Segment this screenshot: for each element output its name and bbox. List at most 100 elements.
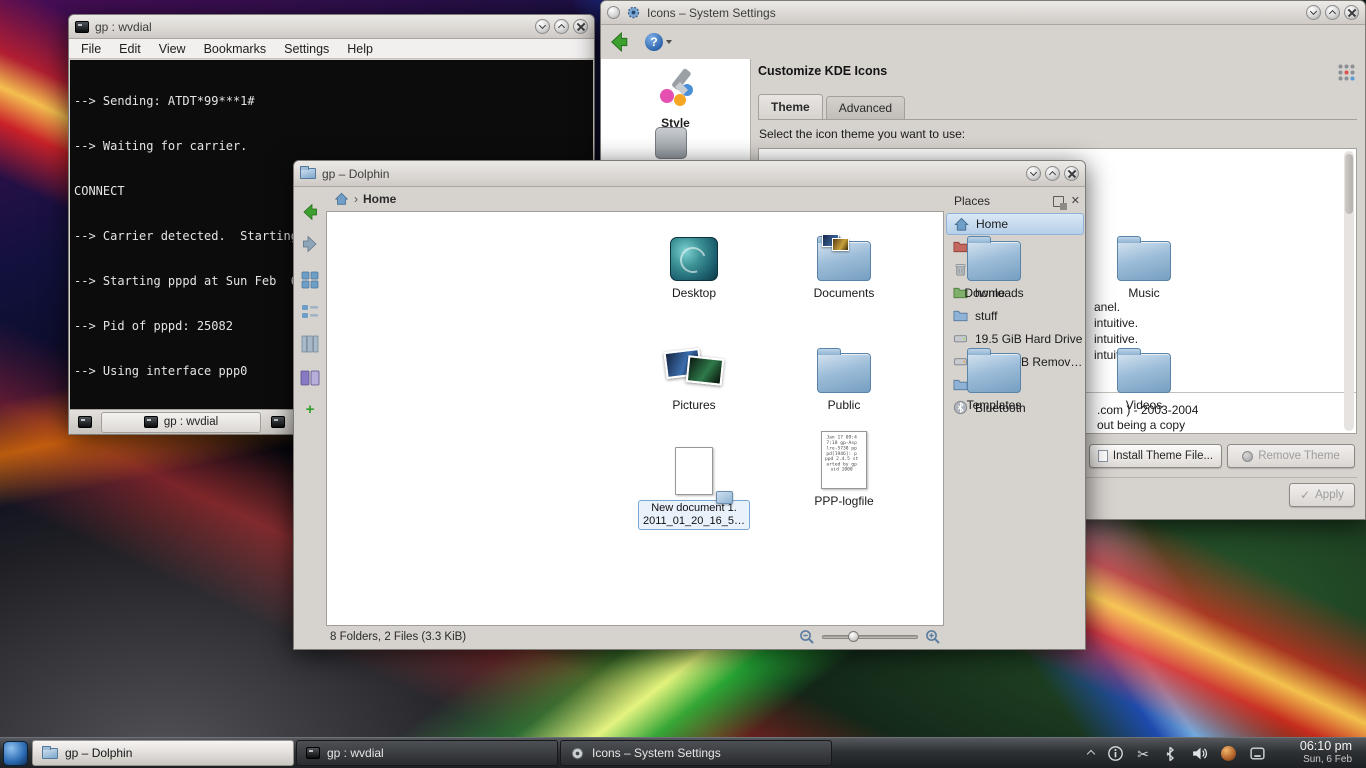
menu-edit[interactable]: Edit (119, 42, 141, 56)
dolphin-window: gp – Dolphin › Home (293, 160, 1086, 650)
log-file-icon: Jan 17 09:4 7:18 gp-Asp lre-5738 pp pd[1… (821, 431, 867, 489)
scrollbar[interactable] (1344, 151, 1354, 431)
terminal-line: --> Waiting for carrier. (74, 139, 593, 154)
taskbar-task-settings[interactable]: Icons – System Settings (560, 740, 832, 766)
close-panel-icon[interactable]: ✕ (1071, 196, 1080, 207)
page-title: Customize KDE Icons (758, 64, 887, 78)
klipper-scissors-icon[interactable]: ✂ (1137, 747, 1149, 761)
back-button[interactable] (297, 199, 323, 225)
taskbar: gp – Dolphin gp : wvdial Icons – System … (0, 737, 1366, 768)
compact-view-button[interactable] (297, 299, 323, 325)
details-view-icon (301, 335, 319, 353)
settings-titlebar[interactable]: Icons – System Settings (601, 1, 1365, 25)
sidebar-item-partial-icon[interactable] (655, 127, 687, 159)
folder-item-videos[interactable]: Videos (1079, 329, 1209, 412)
minimize-button[interactable] (1026, 166, 1041, 181)
system-settings-icon (626, 5, 641, 20)
minimize-button[interactable] (535, 19, 550, 34)
zoom-slider[interactable] (822, 635, 918, 639)
folder-item-music[interactable]: Music (1079, 217, 1209, 300)
window-menu-button[interactable] (607, 6, 620, 19)
close-button[interactable] (573, 19, 588, 34)
folder-item-public[interactable]: Public (779, 329, 909, 412)
dolphin-icon (42, 748, 58, 759)
remove-theme-button[interactable]: Remove Theme (1227, 444, 1355, 468)
split-view-icon (300, 368, 320, 388)
breadcrumb-root-button[interactable]: › Home (334, 192, 396, 206)
close-button[interactable] (1064, 166, 1079, 181)
sidebar-item-style[interactable]: Style (601, 59, 750, 130)
folder-icon (817, 353, 871, 393)
menu-view[interactable]: View (159, 42, 186, 56)
terminal-titlebar[interactable]: gp : wvdial (69, 15, 594, 39)
menu-help[interactable]: Help (347, 42, 373, 56)
maximize-button[interactable] (554, 19, 569, 34)
terminal-tab[interactable]: gp : wvdial (101, 412, 261, 433)
folder-item-documents[interactable]: Documents (779, 217, 909, 300)
remove-icon (1242, 451, 1253, 462)
close-button[interactable] (1344, 5, 1359, 20)
bluetooth-icon[interactable] (1162, 746, 1178, 762)
compact-view-icon (301, 303, 319, 321)
breadcrumb-location: Home (363, 192, 396, 206)
tray-expander-icon[interactable] (1087, 749, 1095, 757)
taskbar-task-terminal[interactable]: gp : wvdial (296, 740, 558, 766)
folder-item-desktop[interactable]: Desktop (629, 217, 759, 300)
system-tray: ✂ (1088, 738, 1266, 768)
float-panel-icon[interactable] (1053, 196, 1064, 207)
split-view-button[interactable] (297, 365, 323, 391)
add-button[interactable]: + (297, 401, 323, 419)
menu-settings[interactable]: Settings (284, 42, 329, 56)
tab-divider (758, 119, 1357, 120)
maximize-button[interactable] (1045, 166, 1060, 181)
terminal-icon (78, 416, 92, 428)
info-icon[interactable] (1107, 745, 1124, 762)
folder-item-templates[interactable]: Templates (929, 329, 1059, 412)
new-tab-button[interactable] (72, 412, 97, 433)
settings-window-title: Icons – System Settings (647, 6, 776, 20)
zoom-slider-handle[interactable] (848, 631, 859, 642)
minimize-button[interactable] (1306, 5, 1321, 20)
selected-file-label: New document 1. 2011_01_20_16_5… (638, 500, 750, 530)
tab-theme[interactable]: Theme (758, 94, 823, 119)
dolphin-titlebar[interactable]: gp – Dolphin (294, 161, 1085, 187)
back-button[interactable] (605, 28, 633, 56)
dolphin-window-title: gp – Dolphin (322, 167, 389, 181)
details-view-button[interactable] (297, 331, 323, 357)
tab-list-button[interactable] (265, 412, 290, 433)
menu-bookmarks[interactable]: Bookmarks (204, 42, 267, 56)
device-notifier-icon[interactable] (1249, 745, 1266, 762)
places-item-stuff[interactable]: stuff (946, 304, 1084, 327)
status-icon-orange[interactable] (1221, 746, 1236, 761)
check-icon: ✓ (1300, 488, 1310, 502)
icon-grid-widget (1337, 63, 1356, 85)
tab-advanced[interactable]: Advanced (826, 96, 905, 119)
folder-label: Music (1079, 286, 1209, 300)
folder-label: Documents (779, 286, 909, 300)
folder-label: Downloads (929, 286, 1059, 300)
icons-view-button[interactable] (297, 267, 323, 293)
forward-button[interactable] (297, 231, 323, 257)
folder-item-pictures[interactable]: Pictures (629, 329, 759, 412)
application-launcher-button[interactable] (3, 741, 28, 766)
help-button[interactable]: ? (645, 33, 672, 51)
clock-date: Sun, 6 Feb (1300, 753, 1352, 766)
maximize-button[interactable] (1325, 5, 1340, 20)
install-theme-label: Install Theme File... (1113, 450, 1213, 462)
terminal-icon (144, 416, 158, 428)
zoom-out-icon[interactable] (799, 629, 815, 645)
file-item-ppp-logfile[interactable]: Jan 17 09:4 7:18 gp-Asp lre-5738 pp pd[1… (779, 425, 909, 508)
terminal-line: --> Sending: ATDT*99***1# (74, 94, 593, 109)
terminal-icon (306, 747, 320, 759)
zoom-in-icon[interactable] (925, 629, 941, 645)
clock-widget[interactable]: 06:10 pm Sun, 6 Feb (1300, 740, 1352, 766)
volume-icon[interactable] (1191, 745, 1208, 762)
folder-item-downloads[interactable]: Downloads (929, 217, 1059, 300)
file-item-new-document[interactable]: New document 1. 2011_01_20_16_5… (629, 431, 759, 530)
apply-button[interactable]: ✓ Apply (1289, 483, 1355, 507)
taskbar-task-dolphin[interactable]: gp – Dolphin (32, 740, 294, 766)
folder-label: Public (779, 398, 909, 412)
menu-file[interactable]: File (81, 42, 101, 56)
remove-theme-label: Remove Theme (1258, 450, 1340, 462)
install-theme-button[interactable]: Install Theme File... (1089, 444, 1222, 468)
